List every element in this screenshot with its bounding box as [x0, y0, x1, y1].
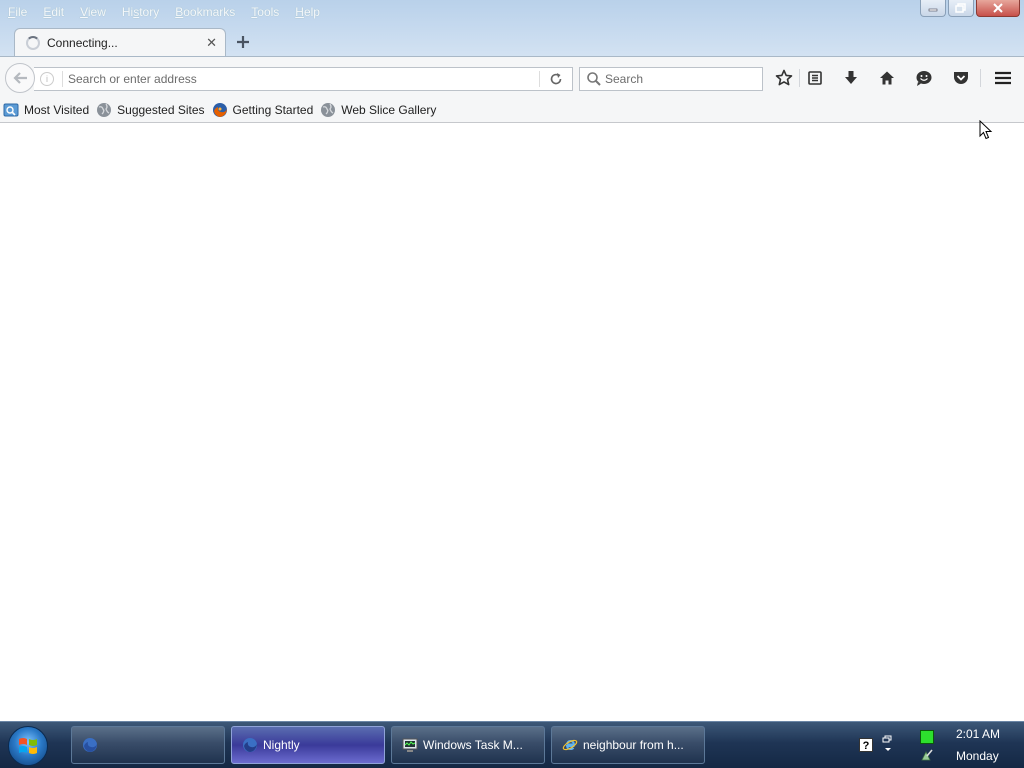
menu-tools[interactable]: Tools [243, 3, 287, 21]
bookmark-getting-started[interactable]: Getting Started [212, 102, 314, 118]
close-icon [993, 3, 1003, 13]
mouse-cursor-icon [979, 120, 993, 140]
hello-button[interactable] [913, 67, 935, 89]
tab-title: Connecting... [47, 36, 118, 50]
restore-icon [955, 3, 966, 13]
home-icon [880, 71, 894, 85]
pocket-icon [954, 72, 968, 84]
taskbar-button-label: Windows Task M... [423, 738, 523, 752]
loading-spinner-icon [26, 36, 40, 50]
title-bar: File Edit View History Bookmarks Tools H… [0, 0, 1024, 56]
home-button[interactable] [876, 67, 898, 89]
taskbar: Nightly Windows Task M... neighbour from… [0, 721, 1024, 768]
taskbar-button-firefox[interactable] [71, 726, 225, 764]
ie-icon [562, 739, 578, 751]
firefox-icon [212, 103, 227, 117]
clock-day[interactable]: Monday [956, 749, 999, 763]
menu-view[interactable]: View [72, 3, 114, 21]
menu-help[interactable]: Help [287, 3, 328, 21]
reload-separator [539, 71, 540, 87]
back-arrow-icon [13, 72, 27, 84]
url-bar[interactable]: i [34, 67, 573, 91]
tab-strip: Connecting... ✕ [0, 28, 1024, 56]
svg-text:?: ? [863, 740, 870, 752]
downloads-button[interactable] [840, 67, 862, 89]
minimize-icon [928, 8, 938, 12]
close-window-button[interactable] [976, 0, 1020, 17]
tab-close-icon[interactable]: ✕ [206, 35, 217, 51]
tab-connecting[interactable]: Connecting... ✕ [14, 28, 226, 56]
minimize-button[interactable] [920, 0, 946, 17]
menu-edit[interactable]: Edit [35, 3, 72, 21]
bookmark-suggested-sites[interactable]: Suggested Sites [96, 102, 205, 118]
bookmark-web-slice-gallery[interactable]: Web Slice Gallery [320, 102, 436, 118]
nav-toolbar: i [0, 56, 1024, 98]
network-icon[interactable] [920, 748, 934, 762]
url-separator [62, 71, 63, 87]
download-arrow-icon [845, 71, 857, 84]
taskbar-button-label: Nightly [263, 738, 300, 752]
bookmarks-list-icon [808, 71, 822, 85]
search-icon [587, 72, 601, 86]
bookmark-label: Most Visited [24, 103, 90, 117]
menu-bookmarks[interactable]: Bookmarks [167, 3, 243, 21]
bookmark-label: Web Slice Gallery [341, 103, 437, 117]
window-controls [920, 0, 1020, 17]
menu-history[interactable]: History [114, 3, 167, 21]
search-bar[interactable] [579, 67, 763, 91]
status-indicator-icon[interactable] [920, 730, 934, 744]
bookmarks-menu-button[interactable] [804, 67, 826, 89]
new-tab-icon[interactable] [234, 33, 252, 51]
smiley-chat-icon [916, 71, 932, 86]
pocket-button[interactable] [950, 67, 972, 89]
search-input[interactable] [605, 70, 755, 88]
restore-button[interactable] [948, 0, 974, 17]
bookmark-label: Suggested Sites [117, 103, 205, 117]
star-icon [775, 69, 793, 86]
bookmark-label: Getting Started [232, 103, 314, 117]
bookmarks-toolbar: Most Visited Suggested Sites Getting Sta… [0, 98, 1024, 123]
globe-icon [321, 103, 336, 117]
help-icon[interactable]: ? [859, 738, 873, 752]
toolbar-separator [799, 69, 800, 87]
windows-logo-icon [19, 738, 37, 754]
globe-icon [97, 103, 112, 117]
task-manager-icon [402, 738, 418, 752]
taskbar-button-label: neighbour from h... [583, 738, 684, 752]
clock-time[interactable]: 2:01 AM [956, 727, 1000, 741]
start-button[interactable] [8, 726, 48, 766]
hamburger-menu-icon [995, 71, 1011, 85]
firefox-icon [243, 738, 257, 752]
menu-file[interactable]: File [0, 3, 35, 21]
page-content[interactable] [0, 123, 1024, 721]
most-visited-icon [3, 103, 19, 117]
menu-bar: File Edit View History Bookmarks Tools H… [0, 3, 328, 21]
bookmark-star-button[interactable] [773, 67, 795, 89]
taskbar-button-task-manager[interactable]: Windows Task M... [391, 726, 545, 764]
taskbar-button-internet-explorer[interactable]: neighbour from h... [551, 726, 705, 764]
show-hidden-icons-icon[interactable] [882, 734, 894, 754]
toolbar-separator [980, 69, 981, 87]
reload-icon[interactable] [548, 71, 564, 87]
bookmark-most-visited[interactable]: Most Visited [3, 102, 89, 118]
taskbar-button-nightly[interactable]: Nightly [231, 726, 385, 764]
url-input[interactable] [68, 70, 528, 88]
site-info-icon[interactable]: i [40, 72, 54, 86]
open-menu-button[interactable] [992, 67, 1014, 89]
back-button[interactable] [5, 63, 35, 93]
firefox-icon [83, 738, 97, 752]
